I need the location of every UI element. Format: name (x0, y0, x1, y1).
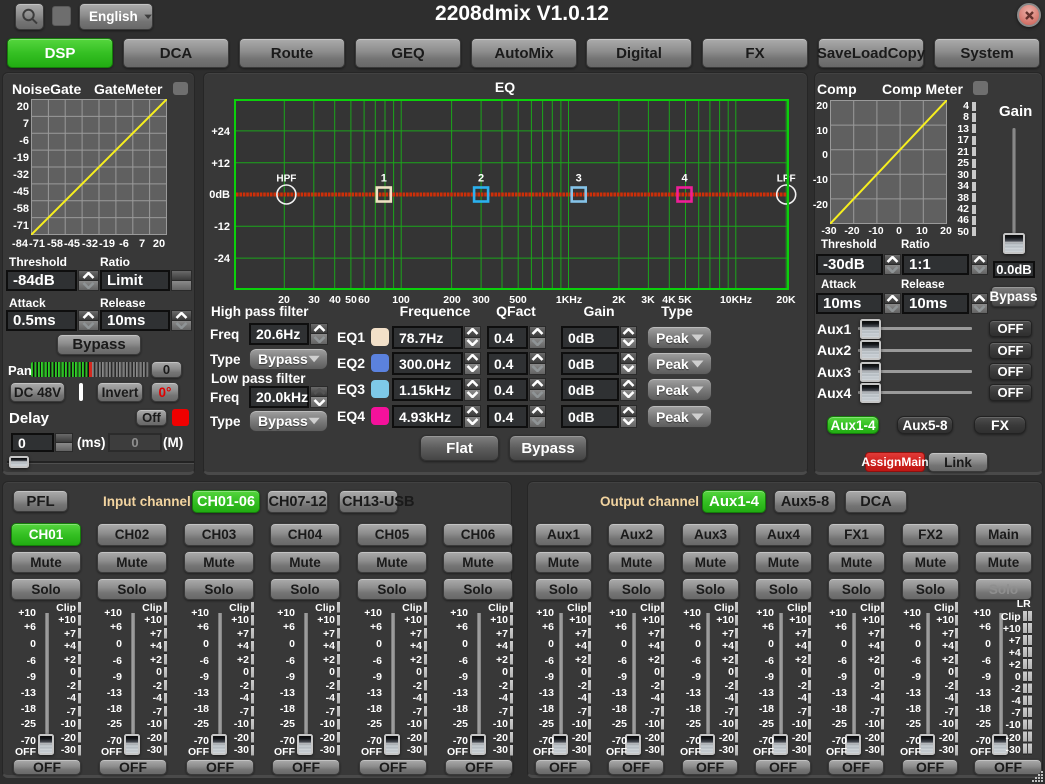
svg-text:2: 2 (478, 173, 484, 185)
svg-text:HPF: HPF (276, 174, 296, 185)
svg-text:4: 4 (681, 173, 688, 185)
svg-text:1: 1 (381, 173, 387, 185)
svg-text:3: 3 (576, 173, 582, 185)
